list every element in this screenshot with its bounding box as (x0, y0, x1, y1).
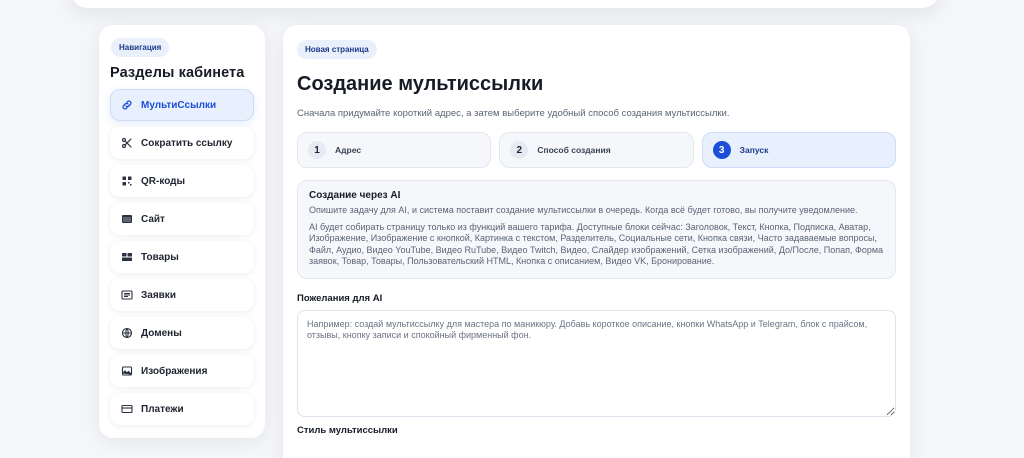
ai-info-box: Создание через AI Опишите задачу для AI,… (297, 180, 896, 279)
sidebar-item-site[interactable]: Сайт (110, 203, 254, 235)
ai-wishes-textarea[interactable] (297, 309, 896, 417)
window-icon (120, 212, 134, 226)
sidebar-item-shorten-link[interactable]: Сократить ссылку (110, 127, 254, 159)
main-panel: Новая страница Создание мультиссылки Сна… (283, 25, 910, 458)
step-label: Запуск (739, 145, 769, 155)
link-icon (120, 98, 134, 112)
sidebar-item-requests[interactable]: Заявки (110, 279, 254, 311)
step-number: 1 (308, 141, 326, 159)
wishes-label: Пожелания для AI (297, 292, 383, 304)
page-subtitle: Сначала придумайте короткий адрес, а зат… (297, 108, 730, 119)
sidebar-item-label: QR-коды (141, 175, 186, 187)
credit-card-icon (120, 402, 134, 416)
sidebar-item-label: Товары (141, 251, 179, 263)
sidebar-title: Разделы кабинета (110, 65, 245, 81)
sidebar-item-payments[interactable]: Платежи (110, 393, 254, 425)
ai-box-available-blocks: AI будет собирать страницу только из фун… (309, 221, 884, 267)
boxes-icon (120, 250, 134, 264)
style-label: Стиль мультиссылки (297, 424, 398, 436)
sidebar-item-domains[interactable]: Домены (110, 317, 254, 349)
new-page-badge: Новая страница (297, 40, 377, 59)
step-launch[interactable]: 3 Запуск (701, 132, 896, 168)
navigation-badge: Навигация (111, 38, 170, 57)
page-title: Создание мультиссылки (297, 73, 544, 95)
step-creation-method[interactable]: 2 Способ создания (499, 132, 694, 168)
sidebar-item-label: Сократить ссылку (141, 137, 233, 149)
top-header-bar (70, 0, 940, 8)
sidebar-item-products[interactable]: Товары (110, 241, 254, 273)
step-address[interactable]: 1 Адрес (297, 132, 492, 168)
sidebar-item-qr-codes[interactable]: QR-коды (110, 165, 254, 197)
step-label: Способ создания (537, 145, 611, 155)
stepper: 1 Адрес 2 Способ создания 3 Запуск (297, 132, 896, 168)
step-number: 2 (510, 141, 529, 159)
sidebar-item-multilinks[interactable]: МультиСсылки (110, 89, 254, 121)
sidebar: Навигация Разделы кабинета МультиСсылки … (99, 25, 265, 438)
sidebar-item-images[interactable]: Изображения (110, 355, 254, 387)
scissors-icon (120, 136, 134, 150)
sidebar-item-label: МультиСсылки (141, 99, 217, 111)
step-number: 3 (712, 141, 731, 159)
image-icon (120, 364, 134, 378)
step-label: Адрес (335, 145, 362, 155)
sidebar-item-label: Домены (141, 327, 182, 339)
ai-box-description: Опишите задачу для AI, и система постави… (309, 205, 858, 215)
ai-box-title: Создание через AI (309, 190, 401, 201)
sidebar-item-label: Заявки (141, 289, 176, 301)
globe-icon (120, 326, 134, 340)
list-icon (120, 288, 134, 302)
sidebar-item-label: Сайт (141, 213, 165, 225)
sidebar-item-label: Изображения (141, 365, 208, 377)
sidebar-item-label: Платежи (141, 403, 184, 415)
qr-code-icon (120, 174, 134, 188)
